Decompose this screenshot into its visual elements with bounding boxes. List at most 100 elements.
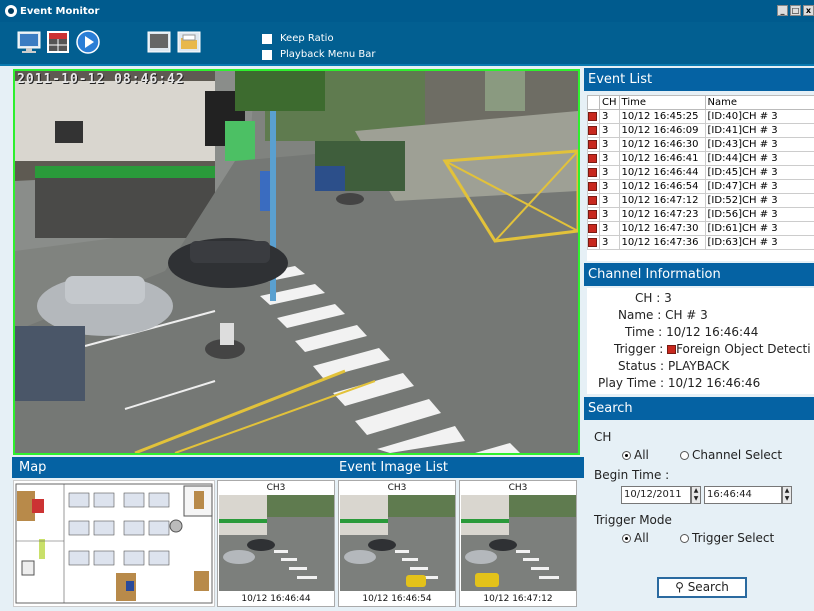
info-trigger-row: Trigger : Foreign Object Detecti	[614, 342, 811, 356]
minimize-icon[interactable]: _	[777, 5, 788, 16]
date-spinner[interactable]: ▲ ▼	[691, 486, 701, 504]
playback-menu-checkbox[interactable]: Playback Menu Bar	[262, 49, 376, 60]
monitor-icon[interactable]	[17, 30, 41, 54]
play-icon[interactable]	[76, 30, 100, 54]
radio-selected-icon[interactable]	[622, 451, 631, 460]
cell-name: [ID:63]CH # 3	[704, 235, 814, 250]
column-header-icon[interactable]	[587, 95, 600, 110]
trigger-icon	[588, 111, 597, 121]
event-image-channel: CH3	[387, 483, 407, 493]
event-trigger-icon	[587, 235, 600, 250]
radio-icon[interactable]	[680, 451, 689, 460]
cell-name: [ID:52]CH # 3	[704, 193, 814, 208]
channel-select-radio[interactable]: Channel Select	[680, 448, 782, 462]
event-image-2[interactable]: CH3 10/12 16:46:54	[338, 480, 456, 607]
trigger-all-radio[interactable]: All	[622, 531, 649, 545]
search-button[interactable]: ⚲ Search	[657, 577, 747, 598]
folder-icon[interactable]	[177, 30, 201, 54]
table-row[interactable]: 3 10/12 16:46:30 [ID:43]CH # 3	[587, 137, 814, 152]
table-row[interactable]: 3 10/12 16:47:23 [ID:56]CH # 3	[587, 207, 814, 222]
trigger-icon	[588, 223, 597, 233]
trigger-all-label: All	[634, 531, 649, 545]
begin-time-field[interactable]: 16:46:44	[704, 486, 782, 504]
table-row[interactable]: 3 10/12 16:46:54 [ID:47]CH # 3	[587, 179, 814, 194]
event-trigger-icon	[587, 109, 600, 124]
table-header-row: CH Time Name	[587, 95, 814, 110]
event-image-time: 10/12 16:46:54	[362, 594, 432, 604]
cell-time: 10/12 16:47:23	[618, 207, 706, 222]
event-image-list-title: Event Image List	[339, 460, 448, 475]
event-trigger-icon	[587, 137, 600, 152]
video-player[interactable]: 2011-10-12 08:46:42	[13, 69, 580, 455]
screen-icon[interactable]	[147, 30, 171, 54]
event-image-1[interactable]: CH3 10/12 16:46:44	[217, 480, 335, 607]
trigger-icon	[588, 125, 597, 135]
maximize-icon[interactable]: □	[790, 5, 801, 16]
playback-menu-label: Playback Menu Bar	[280, 49, 376, 60]
cell-ch: 3	[599, 179, 620, 194]
bottom-header: Map Event Image List	[12, 457, 584, 478]
channel-info-header: Channel Information	[584, 263, 814, 286]
radio-icon[interactable]	[680, 534, 689, 543]
event-thumbnail	[219, 495, 334, 591]
channel-info-panel: CH : 3 Name : CH # 3 Time : 10/12 16:46:…	[587, 288, 814, 394]
cell-name: [ID:40]CH # 3	[704, 109, 814, 124]
event-list-header: Event List	[584, 68, 814, 91]
trigger-icon	[588, 153, 597, 163]
event-trigger-icon	[587, 179, 600, 194]
info-status-label: Status :	[618, 359, 665, 373]
floor-map[interactable]	[13, 480, 215, 607]
cell-ch: 3	[599, 221, 620, 236]
cell-time: 10/12 16:46:44	[618, 165, 706, 180]
cell-ch: 3	[599, 109, 620, 124]
info-ch-row: CH : 3	[635, 291, 672, 305]
table-row[interactable]: 3 10/12 16:45:25 [ID:40]CH # 3	[587, 109, 814, 124]
close-icon[interactable]: x	[803, 5, 814, 16]
event-list-table[interactable]: CH Time Name 3 10/12 16:45:25 [ID:40]CH # …	[587, 95, 814, 261]
table-row[interactable]: 3 10/12 16:47:36 [ID:63]CH # 3	[587, 235, 814, 250]
table-row[interactable]: 3 10/12 16:46:09 [ID:41]CH # 3	[587, 123, 814, 138]
camera-view	[15, 71, 578, 453]
cell-ch: 3	[599, 165, 620, 180]
event-image-3[interactable]: CH3 10/12 16:47:12	[459, 480, 577, 607]
info-ch-value: 3	[664, 291, 672, 305]
begin-date-field[interactable]: 10/12/2011	[621, 486, 691, 504]
table-row[interactable]: 3 10/12 16:46:41 [ID:44]CH # 3	[587, 151, 814, 166]
title-bar: Event Monitor _ □ x	[0, 0, 814, 22]
cell-ch: 3	[599, 193, 620, 208]
event-trigger-icon	[587, 123, 600, 138]
radio-selected-icon[interactable]	[622, 534, 631, 543]
keep-ratio-checkbox[interactable]: Keep Ratio	[262, 33, 334, 44]
cell-time: 10/12 16:45:25	[618, 109, 706, 124]
app-logo-icon	[5, 5, 17, 17]
keep-ratio-label: Keep Ratio	[280, 33, 334, 44]
trigger-select-radio[interactable]: Trigger Select	[680, 531, 774, 545]
column-header-name[interactable]: Name	[704, 95, 814, 110]
info-time-label: Time :	[625, 325, 663, 339]
table-row[interactable]: 3 10/12 16:47:30 [ID:61]CH # 3	[587, 221, 814, 236]
grid-icon[interactable]	[46, 30, 70, 54]
info-playtime-label: Play Time :	[598, 376, 665, 390]
table-row[interactable]: 3 10/12 16:46:44 [ID:45]CH # 3	[587, 165, 814, 180]
time-spinner[interactable]: ▲ ▼	[782, 486, 792, 504]
cell-name: [ID:43]CH # 3	[704, 137, 814, 152]
cell-ch: 3	[599, 151, 620, 166]
trigger-icon	[588, 167, 597, 177]
table-row[interactable]: 3 10/12 16:47:12 [ID:52]CH # 3	[587, 193, 814, 208]
channel-select-label: Channel Select	[692, 448, 783, 462]
info-ch-label: CH :	[635, 291, 661, 305]
checkbox-box[interactable]	[262, 49, 272, 60]
event-thumbnail	[340, 495, 455, 591]
info-trigger-value: Foreign Object Detecti	[676, 342, 811, 356]
cell-time: 10/12 16:46:41	[618, 151, 706, 166]
checkbox-box[interactable]	[262, 33, 272, 44]
ch-all-radio[interactable]: All	[622, 448, 649, 462]
column-header-ch[interactable]: CH	[599, 95, 620, 110]
search-title: Search	[588, 401, 633, 416]
cell-time: 10/12 16:47:12	[618, 193, 706, 208]
event-list-title: Event List	[588, 72, 653, 87]
column-header-time[interactable]: Time	[618, 95, 706, 110]
cell-name: [ID:61]CH # 3	[704, 221, 814, 236]
channel-info-title: Channel Information	[588, 267, 721, 282]
search-button-label: Search	[687, 580, 729, 594]
